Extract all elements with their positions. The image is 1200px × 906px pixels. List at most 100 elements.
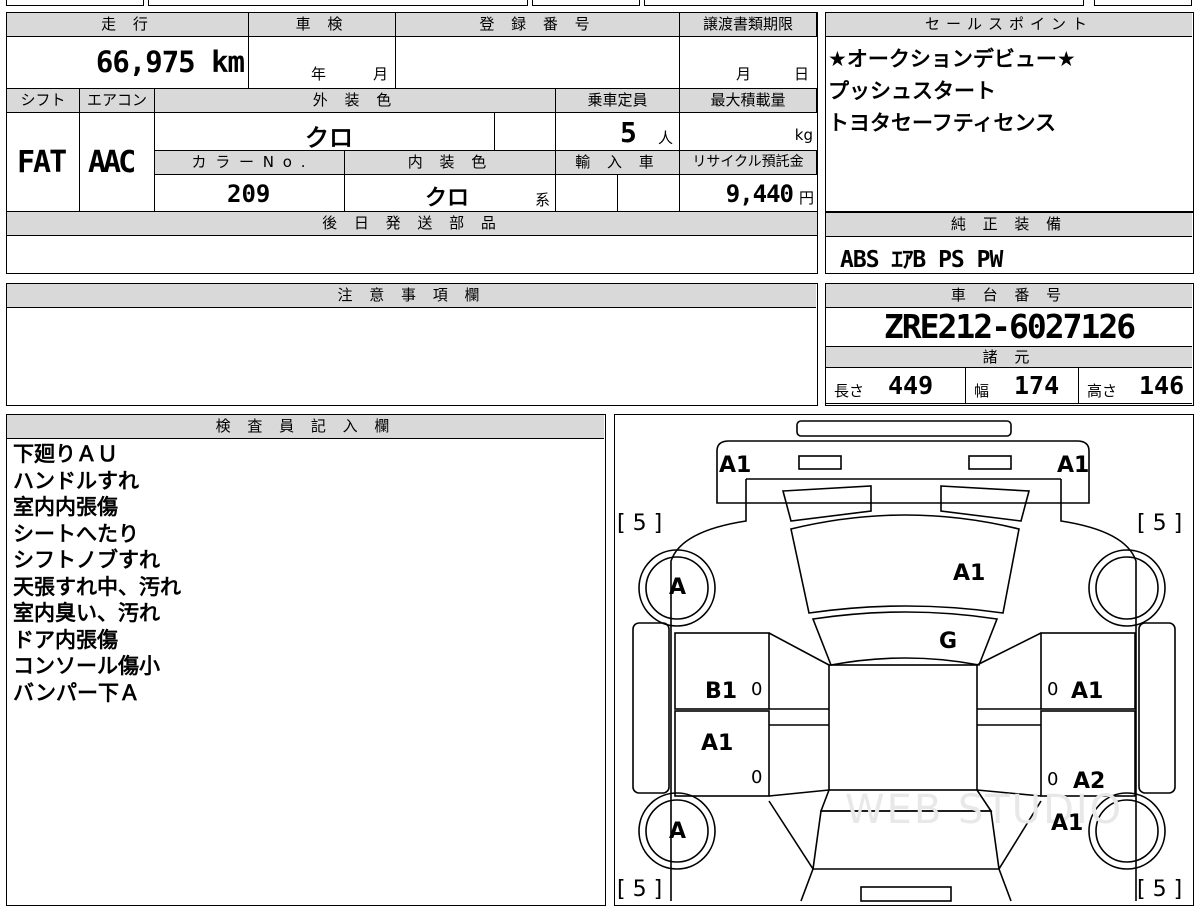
sales-points-box: セールスポイント ★オークションデビュー★ プッシュスタート トヨタセーフティセ… (825, 12, 1194, 212)
shift-cell: FAT (7, 113, 80, 212)
sales-line-1: ★オークションデビュー★ (828, 47, 1076, 71)
shaken-month: 月 (373, 65, 389, 83)
recycle-cell: 9,440 円 (680, 175, 817, 212)
inspector-line: コンソール傷小 (13, 654, 160, 678)
aircon-cell: AAC (80, 113, 155, 212)
equipment-box: 純 正 装 備 ABS ｴｱB PS PW (825, 212, 1194, 274)
mileage-value: 66,975 km (95, 45, 245, 79)
interior-color-cell: クロ 系 (345, 175, 556, 212)
front-left-damage: A1 (719, 453, 752, 478)
sales-line-2: プッシュスタート (828, 79, 996, 103)
import-label: 輸 入 車 (556, 151, 680, 175)
height-label: 高さ (1087, 382, 1118, 400)
capacity-value: 5 (620, 116, 637, 149)
front-right-damage: A1 (1057, 453, 1090, 478)
transfer-month: 月 (736, 65, 752, 83)
height-value: 146 (1139, 371, 1185, 400)
interior-color-suffix: 系 (535, 191, 551, 209)
capacity-cell: 5 人 (556, 113, 680, 151)
width-cell: 幅 174 (966, 368, 1079, 404)
height-cell: 高さ 146 (1079, 368, 1192, 404)
inspector-line: バンパー下Ａ (13, 680, 141, 705)
max-load-unit: kg (794, 126, 813, 144)
registration-cell (396, 37, 680, 89)
shaken-cell: 年 月 (249, 37, 396, 89)
top-strip (0, 0, 1200, 8)
chassis-label: 車 台 番 号 (826, 284, 1192, 308)
aircon-label: エアコン (80, 89, 155, 113)
equipment-label: 純 正 装 備 (826, 213, 1192, 237)
inspector-line: 天張すれ中、汚れ (13, 574, 181, 599)
equipment-value: ABS ｴｱB PS PW (840, 247, 1003, 273)
exterior-color-label: 外 装 色 (155, 89, 556, 113)
color-no-cell: 209 (155, 175, 345, 212)
import-cell-a (556, 175, 618, 212)
exterior-color-value: クロ (305, 124, 353, 152)
exterior-color-extra (495, 113, 556, 151)
door-handle-mark: 0 (751, 767, 763, 788)
shift-value: FAT (17, 145, 67, 180)
color-no-label: カ ラ ー N o . (155, 151, 345, 175)
tire-front-left: [ 5 ] (617, 511, 663, 536)
shift-label: シフト (7, 89, 80, 113)
notes-label: 注 意 事 項 欄 (7, 284, 816, 308)
mileage-label: 走 行 (7, 13, 249, 37)
length-label: 長さ (834, 382, 865, 400)
inspector-box: 検 査 員 記 入 欄 下廻りＡＵ ハンドルすれ 室内内張傷 シートへたり シフ… (6, 414, 606, 906)
dims-label: 諸 元 (826, 346, 1192, 368)
inspector-label: 検 査 員 記 入 欄 (7, 415, 604, 439)
inspector-line: 室内内張傷 (13, 495, 118, 519)
door-handle-mark: 0 (1047, 679, 1059, 700)
door-handle-mark: 0 (751, 679, 763, 700)
inspector-line: 室内臭い、汚れ (13, 601, 160, 625)
right-rear-fender-damage: A1 (1051, 811, 1084, 836)
recycle-value: 9,440 (725, 180, 794, 208)
windshield-damage: G (939, 629, 958, 654)
inspector-line: ドア内張傷 (13, 627, 118, 652)
aircon-value: AAC (88, 145, 136, 180)
inspector-line: シフトノブすれ (13, 548, 160, 572)
damage-diagram: WEB STUDIO A1 A1 [ 5 ] [ 5 ] [ 5 ] [ 5 ]… (614, 414, 1194, 906)
inspector-line: 下廻りＡＵ (13, 442, 118, 466)
color-no-value: 209 (227, 180, 271, 208)
later-parts-area (7, 236, 817, 272)
tire-rear-right: [ 5 ] (1137, 877, 1183, 902)
right-front-door-damage: A1 (1071, 679, 1104, 704)
transfer-cell: 月 日 (680, 37, 817, 89)
tire-front-right: [ 5 ] (1137, 511, 1183, 536)
registration-label: 登 録 番 号 (396, 13, 680, 37)
interior-color-value: クロ (425, 186, 470, 211)
interior-color-label: 内 装 色 (345, 151, 556, 175)
recycle-label: リサイクル預託金 (680, 151, 817, 175)
exterior-color-cell: クロ (155, 113, 495, 152)
import-cell-b (618, 175, 680, 212)
chassis-box: 車 台 番 号 ZRE212-6027126 諸 元 長さ 449 幅 174 … (825, 283, 1194, 406)
max-load-label: 最大積載量 (680, 89, 817, 113)
hood-damage: A1 (953, 561, 986, 586)
chassis-value: ZRE212-6027126 (883, 307, 1136, 346)
recycle-unit: 円 (798, 189, 814, 207)
mileage-cell: 66,975 km (7, 37, 249, 89)
width-label: 幅 (974, 382, 990, 400)
transfer-label: 譲渡書類期限 (680, 13, 817, 37)
sales-line-3: トヨタセーフティセンス (828, 111, 1057, 135)
left-front-door-damage: B1 (705, 679, 738, 704)
length-cell: 長さ 449 (826, 368, 966, 404)
tire-rear-left: [ 5 ] (617, 877, 663, 902)
summary-table: 走 行 車 検 登 録 番 号 譲渡書類期限 66,975 km 年 月 月 日… (6, 12, 818, 274)
inspector-line: ハンドルすれ (13, 468, 139, 493)
transfer-day: 日 (794, 65, 810, 83)
capacity-label: 乗車定員 (556, 89, 680, 113)
wheel-rear-left-damage: A (669, 819, 687, 844)
later-parts-label: 後 日 発 送 部 品 (7, 212, 817, 236)
length-value: 449 (888, 371, 934, 400)
shaken-year: 年 (311, 65, 327, 83)
right-rear-door-damage: A2 (1073, 769, 1106, 794)
notes-box: 注 意 事 項 欄 (6, 283, 818, 406)
left-rear-door-damage: A1 (701, 731, 734, 756)
capacity-unit: 人 (658, 129, 674, 147)
sales-points-label: セールスポイント (826, 13, 1192, 37)
door-handle-mark: 0 (1047, 769, 1059, 790)
max-load-cell: kg (680, 113, 817, 151)
shaken-label: 車 検 (249, 13, 396, 37)
